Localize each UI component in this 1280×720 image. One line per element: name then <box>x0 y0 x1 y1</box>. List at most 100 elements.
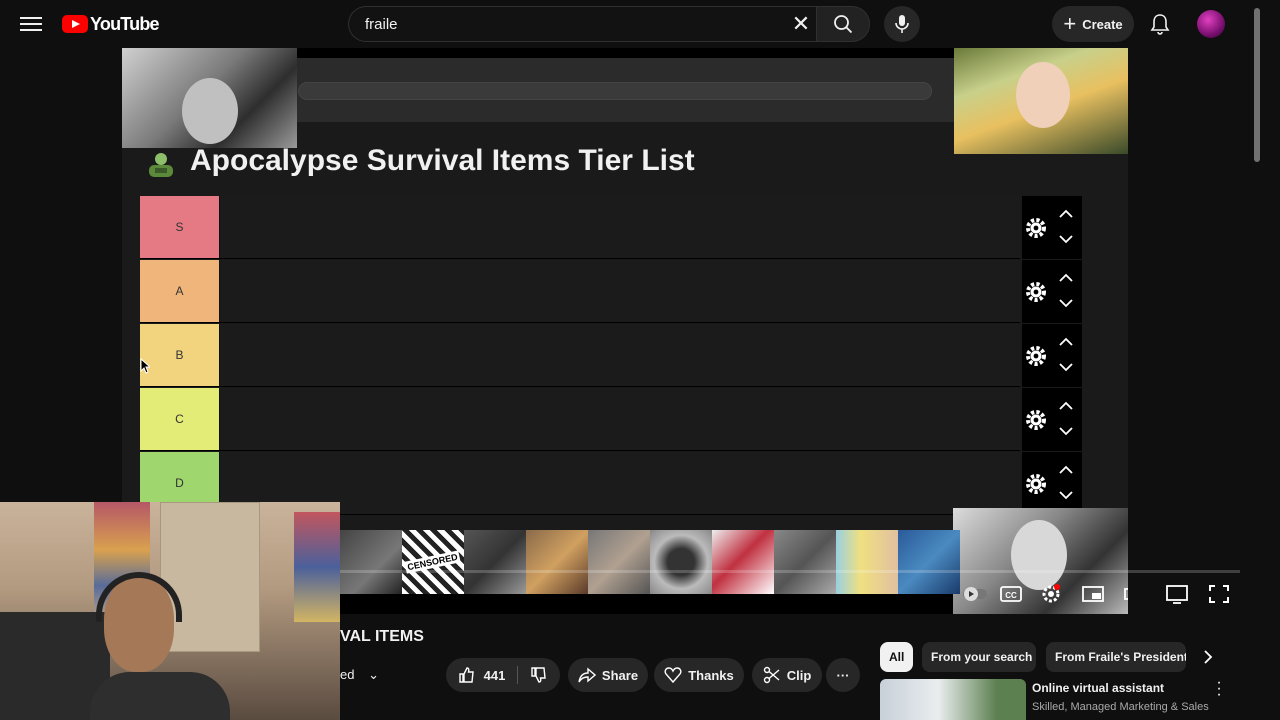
tier-label[interactable]: B <box>140 324 219 386</box>
more-horizontal-icon: ··· <box>836 667 850 683</box>
page-scrollbar[interactable] <box>1252 0 1262 720</box>
chip-label: From Fraile's Presidents <box>1055 650 1186 664</box>
headset-person-image <box>1011 520 1067 590</box>
tier-drop-zone[interactable] <box>219 260 1020 322</box>
clear-search-icon[interactable]: ✕ <box>788 12 814 36</box>
video-progress-bar[interactable] <box>340 570 1128 573</box>
video-title: VAL ITEMS <box>340 628 424 645</box>
voice-search-button[interactable] <box>884 6 920 42</box>
search-input[interactable]: fraile <box>348 6 816 42</box>
item-thumbnail[interactable] <box>650 530 712 594</box>
search-icon <box>834 15 853 34</box>
chip-all[interactable]: All <box>880 642 913 672</box>
move-tier-up-icon[interactable] <box>1058 401 1074 411</box>
item-thumbnail[interactable] <box>526 530 588 594</box>
tier-controls <box>1022 324 1082 387</box>
like-button[interactable]: 441 <box>458 666 519 684</box>
thanks-button[interactable]: Thanks <box>654 658 744 692</box>
tier-label[interactable]: S <box>140 196 219 258</box>
search-button[interactable] <box>816 6 870 42</box>
item-thumbnail[interactable] <box>588 530 650 594</box>
tier-controls <box>1022 388 1082 451</box>
move-tier-up-icon[interactable] <box>1058 273 1074 283</box>
more-actions-button[interactable]: ··· <box>826 658 860 692</box>
overlay-cam-top-right <box>954 48 1128 154</box>
create-button[interactable]: + Create <box>1052 6 1134 42</box>
move-tier-up-icon[interactable] <box>1058 337 1074 347</box>
chevron-right-icon[interactable] <box>1200 648 1216 666</box>
thumbs-down-icon <box>531 667 547 683</box>
menu-icon[interactable] <box>20 14 42 34</box>
tier-settings-gear-icon[interactable] <box>1024 472 1048 496</box>
tier-label[interactable]: C <box>140 388 219 450</box>
recommendation-subtitle: Skilled, Managed Marketing & Sales <box>1032 701 1209 713</box>
clip-label: Clip <box>786 667 812 683</box>
tier-label[interactable]: A <box>140 260 219 322</box>
survivor-emoji-icon <box>149 153 173 177</box>
chip-from-your-search[interactable]: From your search <box>922 642 1036 672</box>
chip-label: From your search <box>931 650 1033 664</box>
move-tier-down-icon[interactable] <box>1058 362 1074 372</box>
scrollbar-thumb[interactable] <box>1254 8 1260 162</box>
item-thumbnail[interactable] <box>464 530 526 594</box>
tier-settings-gear-icon[interactable] <box>1024 344 1048 368</box>
autoplay-toggle-icon[interactable] <box>962 582 988 606</box>
svg-text:CC: CC <box>1005 591 1017 600</box>
smiling-person-image <box>1016 62 1070 128</box>
chip-from-fraile-presidents[interactable]: From Fraile's Presidents <box>1046 642 1186 672</box>
account-avatar[interactable] <box>1197 10 1225 38</box>
plus-icon: + <box>1063 11 1077 36</box>
youtube-play-icon <box>62 15 88 33</box>
chevron-down-icon: ⌄ <box>368 667 379 682</box>
subscribed-button[interactable]: ed ⌄ <box>340 667 379 683</box>
item-thumbnail[interactable] <box>774 530 836 594</box>
tier-controls <box>1022 196 1082 259</box>
youtube-logo[interactable]: YouTube <box>62 13 160 34</box>
streamer-webcam <box>0 502 340 720</box>
item-thumbnail-censored[interactable]: CENSORED <box>402 530 464 594</box>
tier-settings-gear-icon[interactable] <box>1024 280 1048 304</box>
subscribed-label: ed <box>340 667 355 682</box>
tier-drop-zone[interactable] <box>219 388 1020 450</box>
overlay-cam-top-left <box>122 48 297 148</box>
share-button[interactable]: Share <box>568 658 648 692</box>
move-tier-down-icon[interactable] <box>1058 490 1074 500</box>
recommendation-title[interactable]: Online virtual assistant <box>1032 681 1164 695</box>
mouse-cursor-icon <box>140 358 150 374</box>
theater-mode-icon[interactable] <box>1122 582 1128 606</box>
item-thumbnail[interactable] <box>836 530 898 594</box>
microphone-icon <box>895 15 909 33</box>
tier-drop-zone[interactable] <box>219 196 1020 258</box>
more-vertical-icon[interactable]: · · · <box>1214 675 1224 703</box>
thanks-heart-icon <box>664 667 682 684</box>
fullscreen-icon[interactable] <box>1206 582 1232 606</box>
notifications-bell-icon[interactable] <box>1150 13 1170 35</box>
clip-button[interactable]: Clip <box>752 658 822 692</box>
item-thumbnail[interactable] <box>340 530 402 594</box>
headset-person-image <box>182 78 238 144</box>
masthead: YouTube fraile ✕ + Create <box>0 0 1280 48</box>
logo-text: YouTube <box>90 13 160 34</box>
captions-icon[interactable]: CC <box>998 582 1024 606</box>
tier-items-strip: CENSORED <box>340 530 960 594</box>
person-shoulders <box>90 672 230 720</box>
move-tier-up-icon[interactable] <box>1058 209 1074 219</box>
tier-row: C <box>140 388 1020 451</box>
tier-drop-zone[interactable] <box>219 324 1020 386</box>
chip-label: All <box>889 650 905 664</box>
settings-icon[interactable] <box>1038 582 1064 606</box>
move-tier-down-icon[interactable] <box>1058 234 1074 244</box>
tier-settings-gear-icon[interactable] <box>1024 408 1048 432</box>
tier-settings-gear-icon[interactable] <box>1024 216 1048 240</box>
move-tier-up-icon[interactable] <box>1058 465 1074 475</box>
move-tier-down-icon[interactable] <box>1058 298 1074 308</box>
dislike-button[interactable] <box>518 666 548 684</box>
cast-icon[interactable] <box>1164 582 1190 606</box>
miniplayer-icon[interactable] <box>1080 582 1106 606</box>
item-thumbnail[interactable] <box>712 530 774 594</box>
search-query-text: fraile <box>365 15 398 33</box>
item-thumbnail[interactable] <box>898 530 960 594</box>
recommendation-thumbnail[interactable] <box>880 679 1026 720</box>
move-tier-down-icon[interactable] <box>1058 426 1074 436</box>
like-count: 441 <box>483 667 506 683</box>
